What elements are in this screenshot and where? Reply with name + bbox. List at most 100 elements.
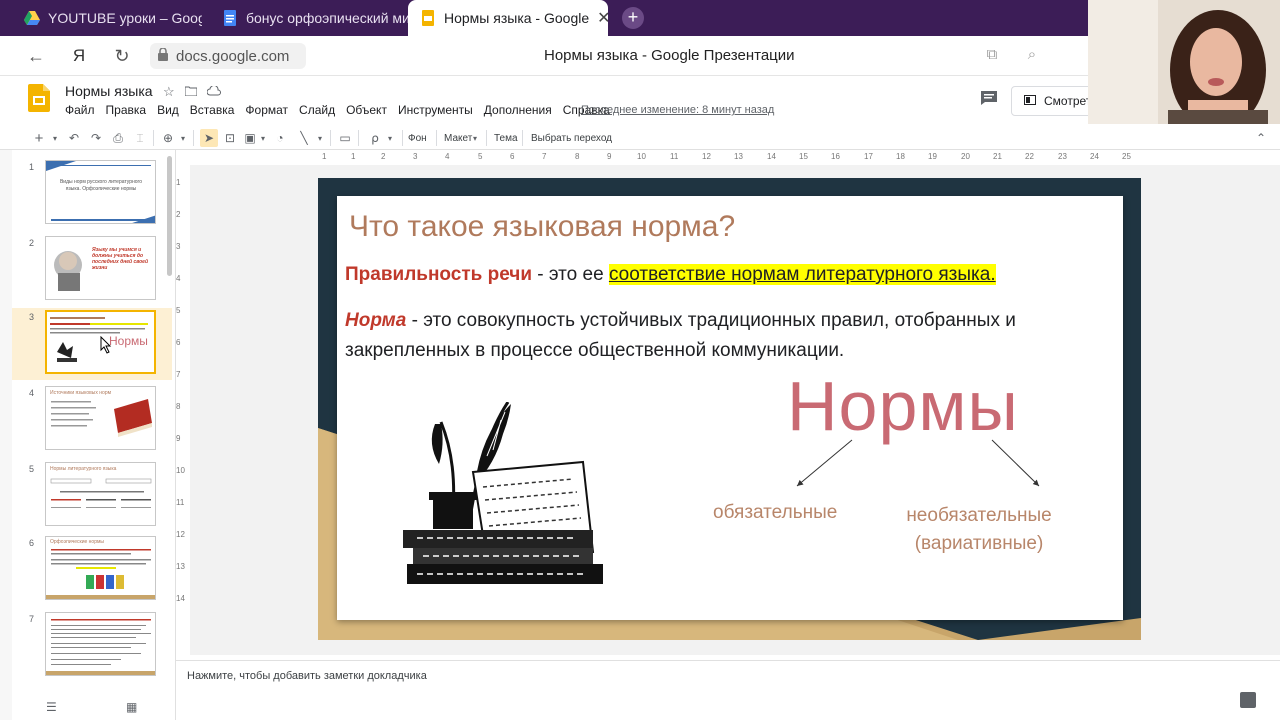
editor-toolbar: + ▾ ↶ ↷ ⎙ ⌶ ⊕ ▾ ➤ ⊡ ▣ ▾ ◔ ╲ ▾ ▭ ⍴ ▾ Фон … — [0, 126, 1280, 150]
present-icon — [1024, 94, 1036, 108]
transition-button[interactable]: Выбрать переход — [531, 129, 612, 147]
slide-title[interactable]: Что такое языковая норма? — [349, 210, 735, 244]
google-slides-icon — [420, 10, 436, 26]
presenter-video — [1088, 0, 1280, 124]
menu-slide[interactable]: Слайд — [299, 103, 335, 117]
slide-caption: Орфоэпические нормы — [50, 539, 105, 545]
star-icon[interactable]: ☆ — [163, 84, 175, 100]
slide-number: 3 — [29, 312, 35, 322]
tab-youtube-lessons[interactable]: YOUTUBE уроки – Google — [12, 0, 202, 36]
slide-number: 7 — [29, 614, 35, 624]
chevron-down-icon[interactable]: ▾ — [50, 129, 60, 147]
slide-number: 6 — [29, 538, 35, 548]
layout-button[interactable]: Макет — [444, 129, 472, 147]
tab-orthoepic-bonus[interactable]: бонус орфоэпический ми — [210, 0, 408, 36]
add-comment-icon[interactable]: ▭ — [338, 129, 352, 147]
webcam-overlay — [1088, 0, 1280, 124]
theme-button[interactable]: Тема — [494, 129, 518, 147]
zoom-icon[interactable]: ⊕ — [161, 129, 175, 147]
slides-logo-icon[interactable] — [28, 84, 50, 112]
slide-thumbnail-6[interactable]: 6 Орфоэпические нормы — [12, 534, 172, 606]
comment-icon[interactable] — [980, 90, 998, 106]
horizontal-ruler: 1 1 2 3 4 5 6 7 8 9 10 11 12 13 14 15 16… — [322, 152, 1131, 161]
slide-thumbnail-5[interactable]: 5 Нормы литературного языка — [12, 460, 172, 532]
chevron-down-icon[interactable]: ▾ — [178, 129, 188, 147]
menu-edit[interactable]: Правка — [106, 103, 147, 117]
menu-view[interactable]: Вид — [157, 103, 179, 117]
chevron-down-icon[interactable]: ▾ — [386, 129, 394, 147]
slide-thumbnail-3[interactable]: 3 Нормы — [12, 308, 172, 380]
print-icon[interactable]: ⎙ — [111, 129, 125, 147]
chevron-down-icon[interactable]: ▾ — [316, 129, 324, 147]
mouse-cursor-icon — [100, 335, 112, 359]
bottom-bar — [176, 692, 1280, 720]
slide-number: 5 — [29, 464, 35, 474]
slide-caption: Виды норм русского литературного языка. … — [59, 179, 143, 192]
branch-arrows — [796, 439, 1040, 487]
slide-preview: Виды норм русского литературного языка. … — [45, 160, 156, 224]
move-folder-icon[interactable] — [184, 84, 198, 99]
url-field[interactable]: docs.google.com — [150, 43, 306, 69]
shape-icon[interactable]: ◔ — [273, 129, 287, 147]
chevron-down-icon[interactable]: ▾ — [471, 129, 479, 147]
cloud-status-icon[interactable] — [206, 84, 221, 99]
speaker-notes-placeholder[interactable]: Нажмите, чтобы добавить заметки докладчи… — [187, 670, 427, 682]
tab-title: Нормы языка - Google — [444, 10, 590, 26]
mandatory-norms-label[interactable]: обязательные — [713, 502, 837, 524]
close-icon[interactable]: ✕ — [597, 8, 608, 28]
menu-addons[interactable]: Дополнения — [484, 103, 552, 117]
optional-norms-label[interactable]: необязательные (вариативные) — [889, 502, 1069, 558]
menu-bar: Файл Правка Вид Вставка Формат Слайд Объ… — [65, 103, 610, 117]
tab-title: YOUTUBE уроки – Google — [48, 10, 202, 26]
paint-format-icon[interactable]: ⍴ — [367, 129, 383, 147]
menu-tools[interactable]: Инструменты — [398, 103, 473, 117]
line-icon[interactable]: ╲ — [297, 129, 311, 147]
slide-preview: Языку мы учимся и должны учиться до посл… — [45, 236, 156, 300]
speaker-notes[interactable]: Нажмите, чтобы добавить заметки докладчи… — [176, 660, 1280, 692]
text-box-icon[interactable]: ⊡ — [223, 129, 237, 147]
current-slide[interactable]: Что такое языковая норма? Правильность р… — [318, 178, 1141, 640]
grid-view-icon[interactable]: ▦ — [126, 700, 137, 714]
slide-caption: Нормы — [109, 334, 148, 348]
menu-format[interactable]: Формат — [245, 103, 288, 117]
quill-and-books-illustration[interactable] — [393, 402, 613, 602]
norms-heading[interactable]: Нормы — [787, 366, 1019, 446]
list-view-icon[interactable]: ☰ — [46, 700, 57, 714]
slide-thumbnail-1[interactable]: 1 Виды норм русского литературного языка… — [12, 158, 172, 230]
definition-correctness[interactable]: Правильность речи - это ее соответствие … — [345, 264, 996, 286]
slide-filmstrip: 1 Виды норм русского литературного языка… — [12, 150, 176, 692]
slide-thumbnail-4[interactable]: 4 Источники языковых норм — [12, 384, 172, 456]
slide-thumbnail-7[interactable]: 7 — [12, 610, 172, 682]
image-icon[interactable]: ▣ — [243, 129, 257, 147]
yandex-logo-icon[interactable]: Я — [67, 44, 91, 68]
definition-norm[interactable]: Норма - это совокупность устойчивых трад… — [345, 306, 1117, 366]
menu-insert[interactable]: Вставка — [190, 103, 235, 117]
paint-format-icon[interactable]: ⌶ — [133, 129, 147, 147]
slide-preview: Орфоэпические нормы — [45, 536, 156, 600]
back-arrow-icon[interactable]: ← — [24, 44, 48, 68]
undo-icon[interactable]: ↶ — [67, 129, 81, 147]
explore-icon[interactable] — [1240, 692, 1256, 708]
select-cursor-icon[interactable]: ➤ — [200, 129, 218, 147]
new-slide-icon[interactable]: + — [32, 129, 46, 147]
page-title: Нормы языка - Google Презентации — [544, 47, 795, 64]
slide-number: 2 — [29, 238, 35, 248]
reload-icon[interactable]: ↻ — [110, 44, 134, 68]
slide-thumbnail-2[interactable]: 2 Языку мы учимся и должны учиться до по… — [12, 234, 172, 306]
menu-object[interactable]: Объект — [346, 103, 387, 117]
slide-caption: Языку мы учимся и должны учиться до посл… — [92, 247, 149, 271]
collapse-toolbar-icon[interactable]: ⌃ — [1254, 129, 1268, 147]
copy-icon[interactable]: ⧉ — [982, 46, 1002, 66]
url-text: docs.google.com — [176, 47, 290, 65]
tab-language-norms[interactable]: Нормы языка - Google ✕ — [408, 0, 608, 36]
last-edit-link[interactable]: Последнее изменение: 8 минут назад — [581, 104, 774, 116]
chevron-down-icon[interactable]: ▾ — [259, 129, 267, 147]
new-tab-button[interactable]: + — [622, 7, 644, 29]
background-button[interactable]: Фон — [408, 129, 427, 147]
menu-file[interactable]: Файл — [65, 103, 95, 117]
slide-caption: Источники языковых норм — [50, 390, 112, 396]
search-icon[interactable]: ⌕ — [1022, 46, 1042, 66]
redo-icon[interactable]: ↷ — [89, 129, 103, 147]
document-title[interactable]: Нормы языка — [65, 83, 153, 99]
slide-number: 1 — [29, 162, 35, 172]
